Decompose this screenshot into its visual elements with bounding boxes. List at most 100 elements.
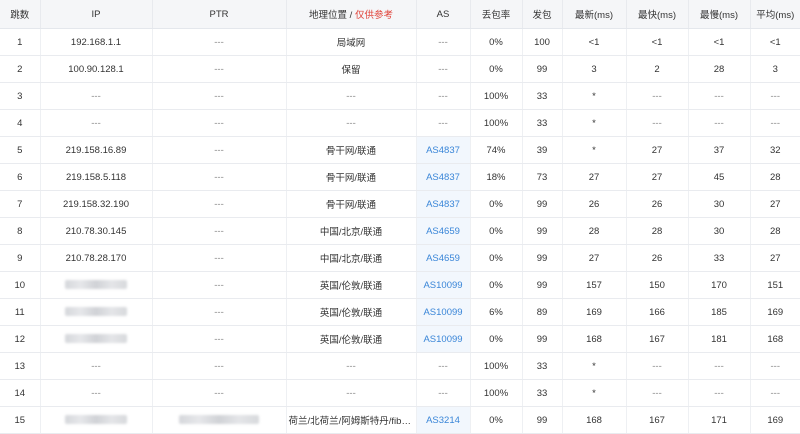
best-cell: 27 xyxy=(626,136,689,164)
avg-cell: --- xyxy=(750,82,800,110)
table-row: 8 210.78.30.145 --- 中国/北京/联通 AS4659 0% 99 28 28 3… xyxy=(0,217,800,245)
ptr-cell: --- xyxy=(152,244,287,272)
ip-cell: 192.168.1.1 xyxy=(40,28,153,56)
as-link[interactable]: AS4837 xyxy=(426,199,460,210)
header-hop: 跳数 xyxy=(0,0,41,29)
as-cell: AS4659 xyxy=(416,244,471,272)
geo-cell: --- xyxy=(286,379,417,407)
table-row: 11 --- 英国/伦敦/联通 AS10099 6% 89 169 166 185 169 xyxy=(0,298,800,326)
ip-cell: 210.78.28.170 xyxy=(40,244,153,272)
ptr-cell xyxy=(152,406,287,434)
loss-cell: 0% xyxy=(470,55,523,83)
latest-cell: 3 xyxy=(562,55,627,83)
hop-cell: 13 xyxy=(0,352,41,380)
redacted-ip xyxy=(65,280,127,290)
header-worst: 最慢(ms) xyxy=(688,0,751,29)
best-cell: --- xyxy=(626,109,689,137)
latest-cell: 28 xyxy=(562,217,627,245)
avg-cell: 151 xyxy=(750,271,800,299)
header-loss: 丢包率 xyxy=(470,0,523,29)
latest-cell: 157 xyxy=(562,271,627,299)
sent-cell: 99 xyxy=(522,325,563,353)
loss-cell: 100% xyxy=(470,352,523,380)
table-header-row: 跳数 IP PTR 地理位置 / 仅供参考 AS 丢包率 发包 最新(ms) 最… xyxy=(0,0,800,29)
latest-cell: 168 xyxy=(562,325,627,353)
worst-cell: <1 xyxy=(688,28,751,56)
geo-cell: 英国/伦敦/联通 xyxy=(286,325,417,353)
sent-cell: 73 xyxy=(522,163,563,191)
as-link[interactable]: AS4837 xyxy=(426,172,460,183)
worst-cell: 171 xyxy=(688,406,751,434)
table-row: 6 219.158.5.118 --- 骨干网/联通 AS4837 18% 73 27 27 45… xyxy=(0,163,800,191)
loss-cell: 100% xyxy=(470,379,523,407)
as-link[interactable]: AS10099 xyxy=(423,334,462,345)
latest-cell: 27 xyxy=(562,163,627,191)
ip-cell xyxy=(40,298,153,326)
best-cell: 26 xyxy=(626,244,689,272)
geo-cell: --- xyxy=(286,352,417,380)
as-link[interactable]: AS4659 xyxy=(426,253,460,264)
as-link[interactable]: AS10099 xyxy=(423,280,462,291)
ip-cell xyxy=(40,271,153,299)
avg-cell: --- xyxy=(750,379,800,407)
avg-cell: <1 xyxy=(750,28,800,56)
redacted-ip xyxy=(65,307,127,317)
latest-cell: * xyxy=(562,352,627,380)
loss-cell: 100% xyxy=(470,82,523,110)
best-cell: 26 xyxy=(626,190,689,218)
hop-cell: 1 xyxy=(0,28,41,56)
as-link[interactable]: AS3214 xyxy=(426,415,460,426)
avg-cell: 28 xyxy=(750,163,800,191)
as-link[interactable]: AS4659 xyxy=(426,226,460,237)
geo-cell: 英国/伦敦/联通 xyxy=(286,271,417,299)
hop-cell: 4 xyxy=(0,109,41,137)
sent-cell: 39 xyxy=(522,136,563,164)
avg-cell: --- xyxy=(750,352,800,380)
worst-cell: 28 xyxy=(688,55,751,83)
ptr-cell: --- xyxy=(152,217,287,245)
geo-cell: 中国/北京/联通 xyxy=(286,244,417,272)
table-row: 2 100.90.128.1 --- 保留 --- 0% 99 3 2 28 3 xyxy=(0,55,800,83)
geo-cell: --- xyxy=(286,82,417,110)
hop-cell: 15 xyxy=(0,406,41,434)
ip-cell: 219.158.32.190 xyxy=(40,190,153,218)
ip-cell: 219.158.16.89 xyxy=(40,136,153,164)
loss-cell: 0% xyxy=(470,28,523,56)
worst-cell: --- xyxy=(688,82,751,110)
geo-cell: 骨干网/联通 xyxy=(286,136,417,164)
sent-cell: 99 xyxy=(522,406,563,434)
avg-cell: 28 xyxy=(750,217,800,245)
table-row: 7 219.158.32.190 --- 骨干网/联通 AS4837 0% 99 26 26 30… xyxy=(0,190,800,218)
loss-cell: 0% xyxy=(470,244,523,272)
best-cell: 167 xyxy=(626,325,689,353)
ip-cell: --- xyxy=(40,82,153,110)
as-link[interactable]: AS4837 xyxy=(426,145,460,156)
table-row: 13 --- --- --- --- 100% 33 * --- --- --- xyxy=(0,352,800,380)
worst-cell: --- xyxy=(688,352,751,380)
table-row: 5 219.158.16.89 --- 骨干网/联通 AS4837 74% 39 * 27 37 3… xyxy=(0,136,800,164)
ptr-cell: --- xyxy=(152,28,287,56)
avg-cell: 168 xyxy=(750,325,800,353)
table-row: 4 --- --- --- --- 100% 33 * --- --- --- xyxy=(0,109,800,137)
best-cell: 28 xyxy=(626,217,689,245)
as-cell: --- xyxy=(416,352,471,380)
geo-cell: 保留 xyxy=(286,55,417,83)
ptr-cell: --- xyxy=(152,109,287,137)
hop-cell: 5 xyxy=(0,136,41,164)
loss-cell: 74% xyxy=(470,136,523,164)
best-cell: --- xyxy=(626,352,689,380)
as-cell: AS4837 xyxy=(416,163,471,191)
as-link[interactable]: AS10099 xyxy=(423,307,462,318)
header-geo-label: 地理位置 xyxy=(309,10,348,21)
ip-cell: --- xyxy=(40,379,153,407)
ip-cell: --- xyxy=(40,352,153,380)
geo-cell: 荷兰/北荷兰/阿姆斯特丹/fiber... xyxy=(286,406,417,434)
avg-cell: 32 xyxy=(750,136,800,164)
loss-cell: 100% xyxy=(470,109,523,137)
latest-cell: 27 xyxy=(562,244,627,272)
ptr-cell: --- xyxy=(152,190,287,218)
hop-cell: 14 xyxy=(0,379,41,407)
as-cell: AS4837 xyxy=(416,190,471,218)
table-row: 12 --- 英国/伦敦/联通 AS10099 0% 99 168 167 181 168 xyxy=(0,325,800,353)
worst-cell: --- xyxy=(688,379,751,407)
